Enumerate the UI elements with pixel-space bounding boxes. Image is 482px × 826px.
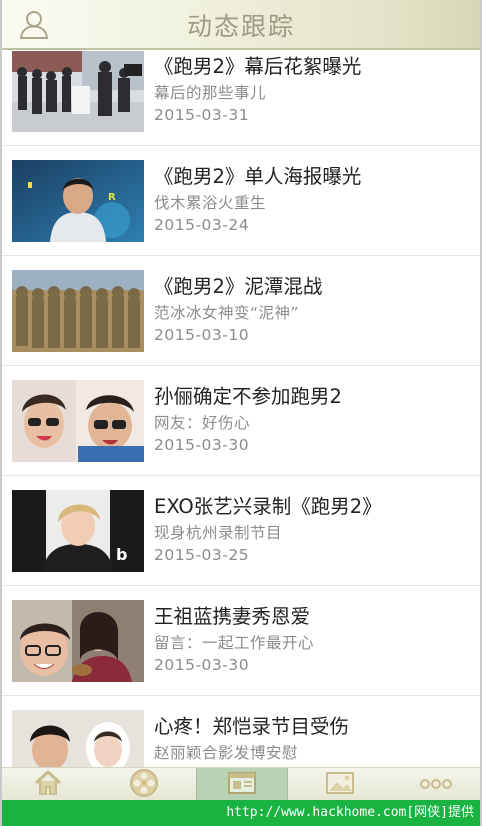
news-item[interactable]: 心疼！郑恺录节目受伤 赵丽颖合影发博安慰 (2, 696, 480, 767)
news-thumbnail (12, 380, 144, 462)
news-title: EXO张艺兴录制《跑男2》 (154, 495, 382, 518)
news-icon (227, 771, 257, 799)
app-screen: 动态跟踪 《跑男2》幕后花絮曝光 幕后的那些事儿 2015-03-31 R 《跑… (0, 0, 482, 826)
bottom-tab-bar (2, 767, 480, 801)
news-date: 2015-03-10 (154, 326, 250, 344)
news-subtitle: 网友：好伤心 (154, 414, 251, 432)
news-title: 《跑男2》幕后花絮曝光 (154, 55, 362, 78)
news-title: 《跑男2》单人海报曝光 (154, 165, 362, 188)
news-subtitle: 留言：一起工作最开心 (154, 634, 315, 652)
news-item[interactable]: 王祖蓝携妻秀恩爱 留言：一起工作最开心 2015-03-30 (2, 586, 480, 696)
news-date: 2015-03-30 (154, 656, 250, 674)
svg-text:b: b (116, 545, 127, 564)
news-thumbnail (12, 710, 144, 767)
top-bar: 动态跟踪 (2, 0, 480, 50)
news-item[interactable]: 《跑男2》泥潭混战 范冰冰女神变“泥神” 2015-03-10 (2, 256, 480, 366)
svg-text:R: R (108, 192, 116, 203)
tab-video[interactable] (98, 768, 190, 801)
news-thumbnail (12, 51, 144, 132)
news-title: 孙俪确定不参加跑男2 (154, 385, 342, 408)
news-thumbnail: b (12, 490, 144, 572)
news-thumbnail: R (12, 160, 144, 242)
news-title: 《跑男2》泥潭混战 (154, 275, 323, 298)
news-title: 心疼！郑恺录节目受伤 (154, 715, 350, 738)
picture-icon (325, 771, 355, 799)
news-item[interactable]: 孙俪确定不参加跑男2 网友：好伤心 2015-03-30 (2, 366, 480, 476)
more-icon (419, 775, 453, 794)
news-date: 2015-03-25 (154, 546, 250, 564)
news-item[interactable]: b EXO张艺兴录制《跑男2》 现身杭州录制节目 2015-03-25 (2, 476, 480, 586)
news-item[interactable]: R 《跑男2》单人海报曝光 伐木累浴火重生 2015-03-24 (2, 146, 480, 256)
tab-more[interactable] (390, 768, 480, 801)
home-icon (33, 770, 63, 800)
source-watermark: http://www.hackhome.com[网侠]提供 (2, 800, 480, 826)
news-subtitle: 现身杭州录制节目 (154, 524, 283, 542)
news-date: 2015-03-30 (154, 436, 250, 454)
tab-news[interactable] (196, 768, 288, 801)
news-subtitle: 范冰冰女神变“泥神” (154, 304, 300, 322)
news-date: 2015-03-24 (154, 216, 250, 234)
tab-home[interactable] (2, 768, 94, 801)
news-item[interactable]: 《跑男2》幕后花絮曝光 幕后的那些事儿 2015-03-31 (2, 51, 480, 146)
news-thumbnail (12, 600, 144, 682)
news-list[interactable]: 《跑男2》幕后花絮曝光 幕后的那些事儿 2015-03-31 R 《跑男2》单人… (2, 51, 480, 767)
tab-gallery[interactable] (294, 768, 386, 801)
news-date: 2015-03-31 (154, 106, 250, 124)
news-subtitle: 幕后的那些事儿 (154, 84, 267, 102)
film-reel-icon (129, 768, 159, 802)
page-title: 动态跟踪 (186, 12, 295, 41)
news-title: 王祖蓝携妻秀恩爱 (154, 605, 311, 628)
news-subtitle: 伐木累浴火重生 (154, 194, 267, 212)
news-thumbnail (12, 270, 144, 352)
news-subtitle: 赵丽颖合影发博安慰 (154, 744, 299, 762)
